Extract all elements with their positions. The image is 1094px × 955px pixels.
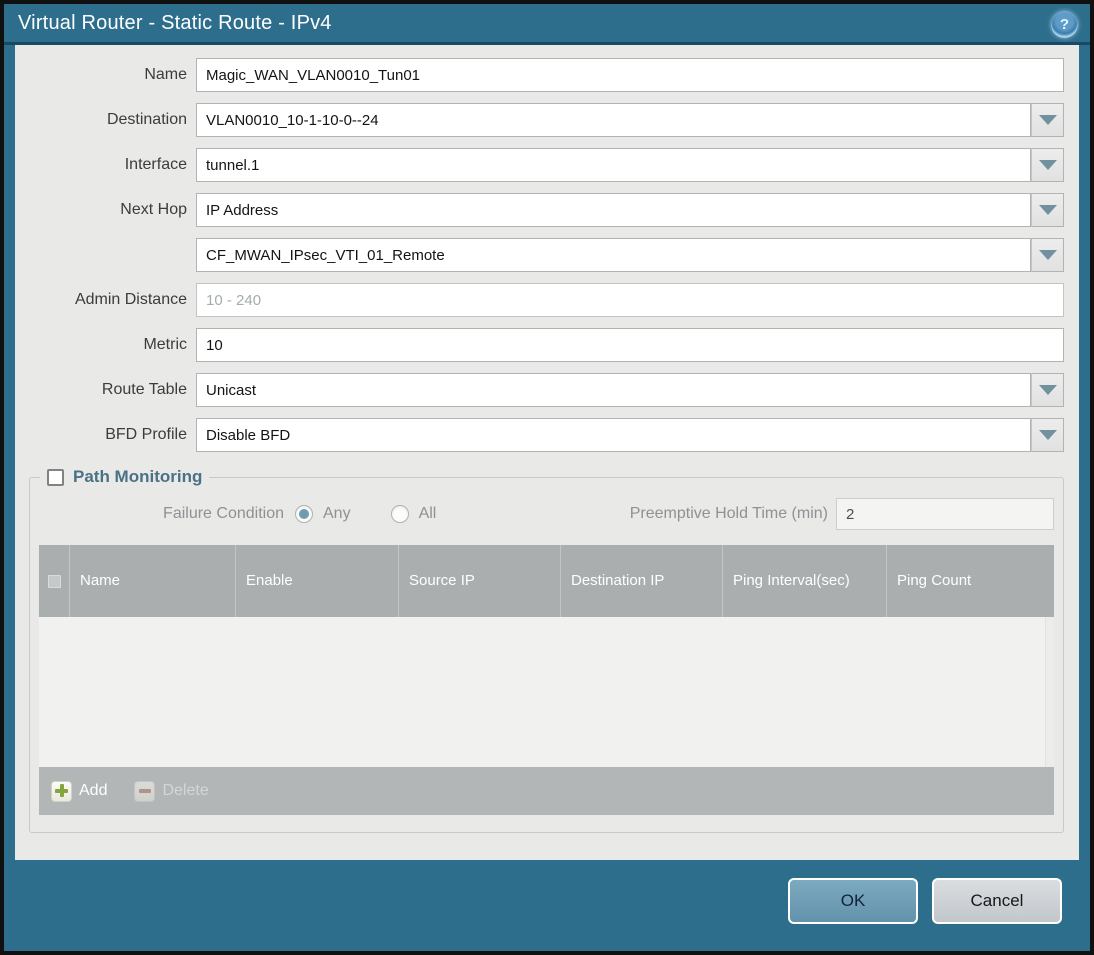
- failure-condition-any-label: Any: [323, 505, 351, 522]
- column-header-name: Name: [69, 545, 235, 617]
- ok-button[interactable]: OK: [788, 878, 918, 924]
- add-button[interactable]: Add: [51, 780, 108, 802]
- path-monitoring-legend: Path Monitoring: [40, 467, 209, 487]
- destination-dropdown-button[interactable]: [1031, 103, 1064, 137]
- table-scrollbar-track[interactable]: [1045, 617, 1054, 767]
- metric-input[interactable]: [196, 328, 1064, 362]
- metric-label: Metric: [143, 336, 187, 353]
- dialog-content: Name Destination Interface: [15, 45, 1079, 860]
- name-row: Name: [15, 58, 1064, 92]
- select-all-column-header: [39, 545, 69, 617]
- table-header-row: Name Enable Source IP Destination IP Pin…: [39, 545, 1054, 617]
- failure-condition-any-radio: [295, 505, 313, 523]
- dialog-title: Virtual Router - Static Route - IPv4: [18, 11, 332, 34]
- select-all-checkbox: [47, 574, 61, 588]
- preemptive-hold-time-label: Preemptive Hold Time (min): [629, 505, 828, 522]
- destination-input[interactable]: [196, 103, 1031, 137]
- route-table-input[interactable]: [196, 373, 1031, 407]
- table-body-empty: [39, 617, 1054, 767]
- bfd-profile-input[interactable]: [196, 418, 1031, 452]
- static-route-dialog: Virtual Router - Static Route - IPv4 ? N…: [0, 0, 1094, 955]
- path-monitoring-section: Path Monitoring Failure Condition Any Al…: [29, 467, 1064, 833]
- bfd-profile-row: BFD Profile: [15, 418, 1064, 452]
- next-hop-type-dropdown-button[interactable]: [1031, 193, 1064, 227]
- chevron-down-icon: [1038, 115, 1057, 125]
- next-hop-type-row: Next Hop: [15, 193, 1064, 227]
- plus-icon: [51, 780, 72, 802]
- bfd-profile-dropdown-button[interactable]: [1031, 418, 1064, 452]
- metric-row: Metric: [15, 328, 1064, 362]
- route-table-label: Route Table: [101, 381, 187, 398]
- column-header-source-ip: Source IP: [398, 545, 560, 617]
- next-hop-label: Next Hop: [120, 201, 187, 218]
- next-hop-type-input[interactable]: [196, 193, 1031, 227]
- failure-condition-label: Failure Condition: [163, 505, 284, 522]
- table-toolbar: Add Delete: [39, 767, 1054, 815]
- failure-condition-all-radio: [390, 505, 409, 523]
- chevron-down-icon: [1038, 250, 1057, 260]
- chevron-down-icon: [1038, 385, 1057, 395]
- dialog-titlebar[interactable]: Virtual Router - Static Route - IPv4 ?: [4, 4, 1090, 45]
- column-header-destination-ip: Destination IP: [560, 545, 722, 617]
- interface-input[interactable]: [196, 148, 1031, 182]
- dialog-footer: OK Cancel: [4, 860, 1090, 948]
- admin-distance-label: Admin Distance: [74, 291, 187, 308]
- chevron-down-icon: [1038, 430, 1057, 440]
- path-monitoring-table: Name Enable Source IP Destination IP Pin…: [39, 545, 1054, 815]
- interface-row: Interface: [15, 148, 1064, 182]
- destination-row: Destination: [15, 103, 1064, 137]
- chevron-down-icon: [1038, 160, 1057, 170]
- path-monitoring-title: Path Monitoring: [73, 467, 203, 486]
- interface-label: Interface: [124, 156, 187, 173]
- bfd-profile-label: BFD Profile: [105, 426, 187, 443]
- destination-label: Destination: [106, 111, 187, 128]
- help-icon[interactable]: ?: [1051, 11, 1078, 38]
- column-header-enable: Enable: [235, 545, 398, 617]
- name-label: Name: [144, 66, 187, 83]
- delete-button-label: Delete: [162, 782, 209, 799]
- route-table-row: Route Table: [15, 373, 1064, 407]
- route-table-dropdown-button[interactable]: [1031, 373, 1064, 407]
- path-monitoring-checkbox[interactable]: [47, 468, 64, 486]
- admin-distance-row: Admin Distance: [15, 283, 1064, 317]
- name-input[interactable]: [196, 58, 1064, 92]
- column-header-ping-interval: Ping Interval(sec): [722, 545, 886, 617]
- minus-icon: [134, 780, 156, 802]
- cancel-button[interactable]: Cancel: [932, 878, 1062, 924]
- failure-condition-row: Failure Condition Any All Preemptive Hol…: [39, 497, 1054, 531]
- add-button-label: Add: [79, 782, 108, 799]
- admin-distance-input[interactable]: [196, 283, 1064, 317]
- next-hop-address-row: [15, 238, 1064, 272]
- delete-button: Delete: [134, 780, 209, 802]
- preemptive-hold-time-input: [836, 498, 1054, 530]
- next-hop-address-dropdown-button[interactable]: [1031, 238, 1064, 272]
- next-hop-address-input[interactable]: [196, 238, 1031, 272]
- interface-dropdown-button[interactable]: [1031, 148, 1064, 182]
- preemptive-hold-time-group: Preemptive Hold Time (min): [630, 498, 1054, 530]
- column-header-ping-count: Ping Count: [886, 545, 1054, 617]
- failure-condition-all-label: All: [418, 505, 437, 522]
- chevron-down-icon: [1038, 205, 1057, 215]
